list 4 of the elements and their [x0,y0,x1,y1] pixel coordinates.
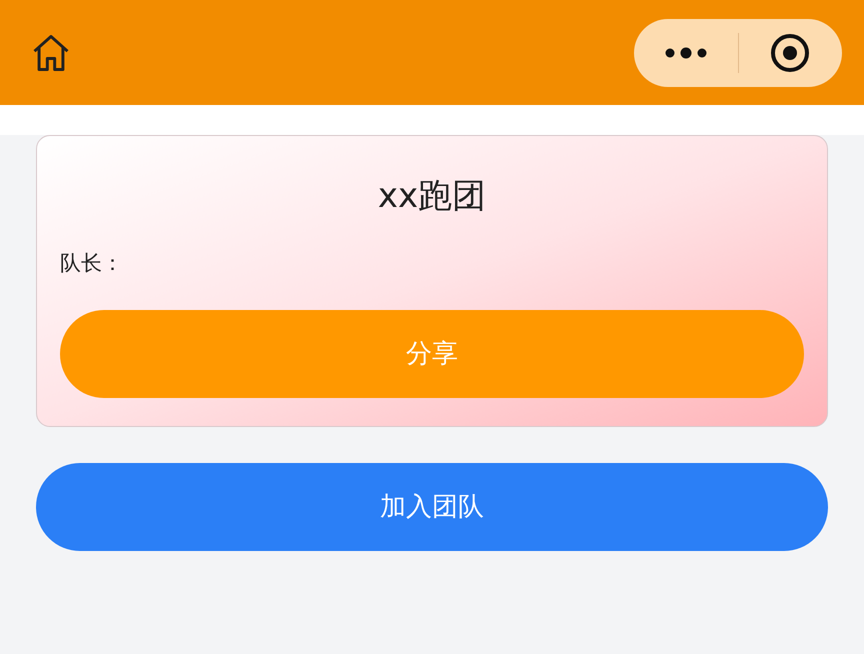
captain-label: 队长： [60,250,123,277]
share-button[interactable]: 分享 [60,310,804,398]
team-title: xx跑团 [378,175,486,218]
join-team-button[interactable]: 加入团队 [36,463,828,551]
